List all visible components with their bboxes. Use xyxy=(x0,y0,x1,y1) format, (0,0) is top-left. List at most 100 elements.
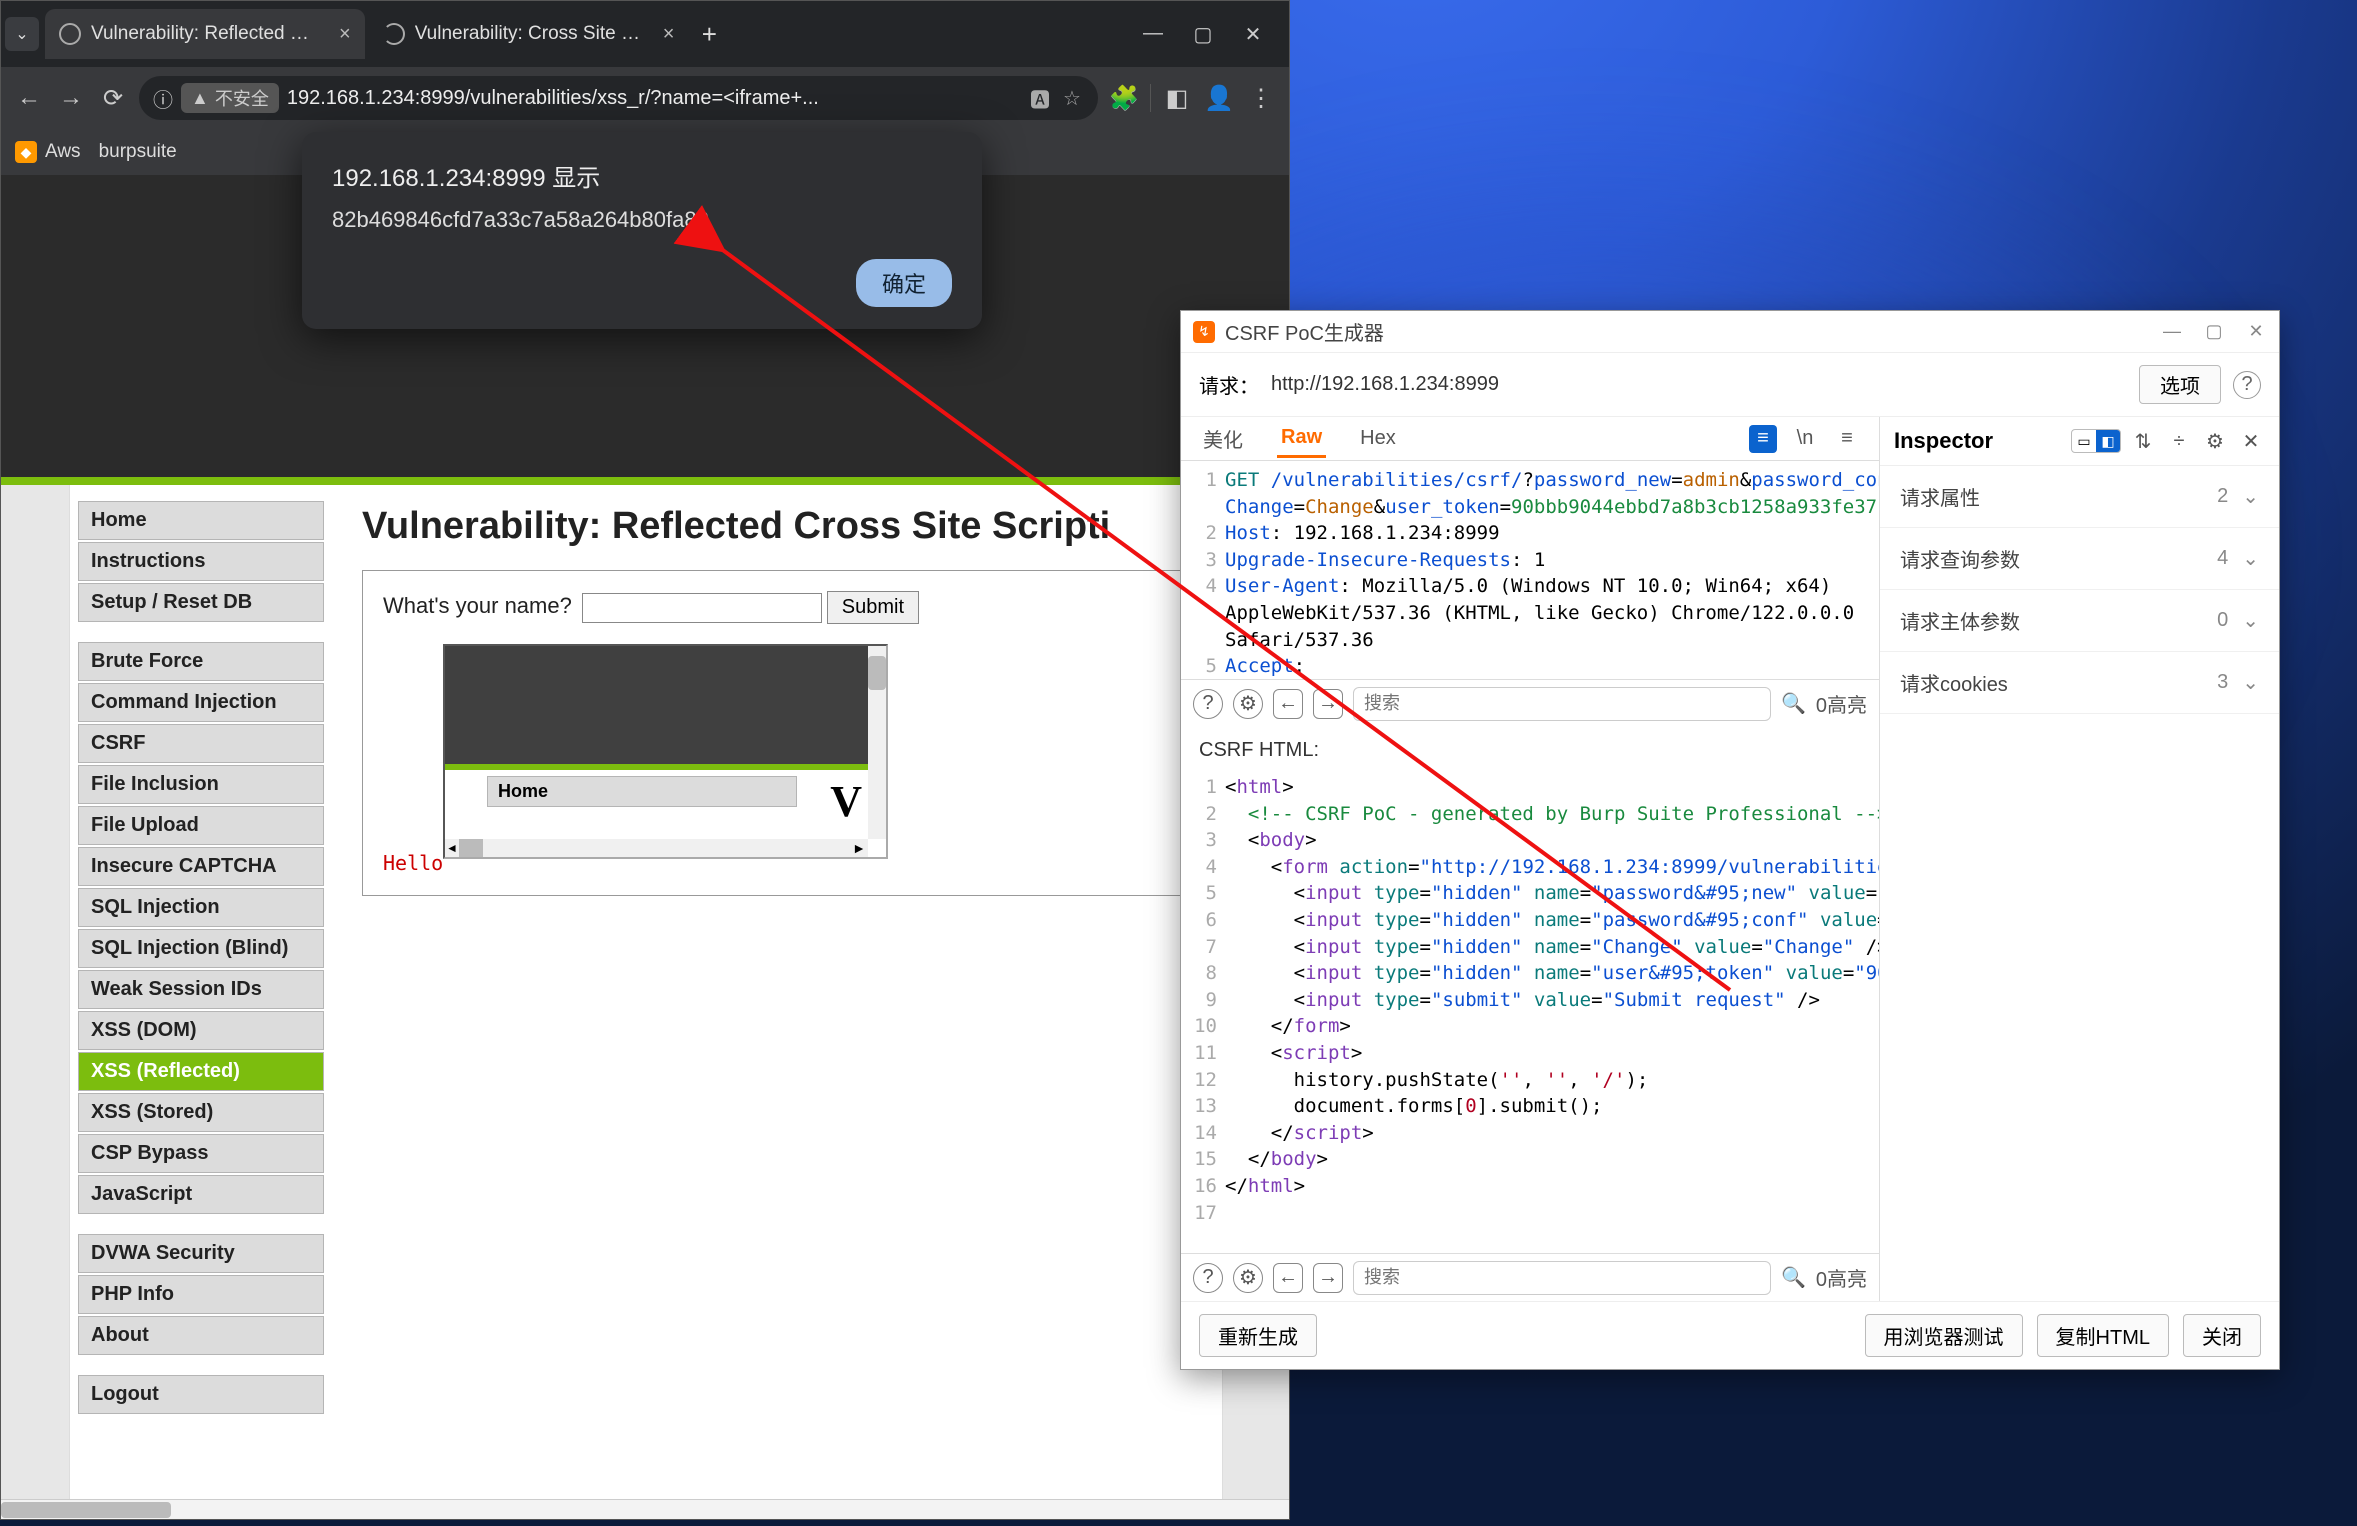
help-icon[interactable]: ? xyxy=(2233,371,2261,399)
menu-icon[interactable]: ⋮ xyxy=(1245,82,1277,114)
sidebar-item[interactable]: File Upload xyxy=(78,806,324,845)
sidebar-item[interactable]: Instructions xyxy=(78,542,324,581)
settings-icon[interactable]: ⚙ xyxy=(1233,1263,1263,1293)
tab-title: Vulnerability: Cross Site Requ xyxy=(415,23,645,45)
browser-tab-active[interactable]: Vulnerability: Reflected Cross × xyxy=(45,9,365,59)
scroll-right-icon[interactable]: ► xyxy=(850,839,868,857)
insecure-badge[interactable]: ▲ 不安全 xyxy=(181,83,279,113)
sidebar-item[interactable]: CSRF xyxy=(78,724,324,763)
reload-button[interactable]: ⟳ xyxy=(97,82,129,114)
sidebar-item[interactable]: XSS (Stored) xyxy=(78,1093,324,1132)
help-icon[interactable]: ? xyxy=(1193,689,1223,719)
forward-button[interactable]: → xyxy=(55,82,87,114)
bookmark-star-icon[interactable]: ☆ xyxy=(1060,86,1084,111)
maximize-icon[interactable]: ▢ xyxy=(1189,22,1217,47)
profile-icon[interactable]: 👤 xyxy=(1203,82,1235,114)
inspector-label: 请求主体参数 xyxy=(1900,606,2217,635)
page-title: Vulnerability: Reflected Cross Site Scri… xyxy=(362,505,1192,548)
prev-match-icon[interactable]: ← xyxy=(1273,1263,1303,1293)
sidebar-item[interactable]: Command Injection xyxy=(78,683,324,722)
iframe-heading-fragment: V xyxy=(830,776,862,827)
bookmark-aws[interactable]: ◆Aws xyxy=(15,141,81,163)
translate-icon[interactable]: 🅰 xyxy=(1028,84,1052,113)
extensions-icon[interactable]: 🧩 xyxy=(1108,82,1140,114)
sidebar-item[interactable]: XSS (Reflected) xyxy=(78,1052,324,1091)
close-inspector-icon[interactable]: ✕ xyxy=(2237,427,2265,455)
sidebar-item[interactable]: SQL Injection (Blind) xyxy=(78,929,324,968)
horizontal-scrollbar[interactable] xyxy=(445,839,868,857)
regenerate-button[interactable]: 重新生成 xyxy=(1199,1314,1317,1357)
maximize-icon[interactable]: ▢ xyxy=(2203,321,2225,342)
sidebar-item[interactable]: Setup / Reset DB xyxy=(78,583,324,622)
inspector-row[interactable]: 请求主体参数0⌄ xyxy=(1880,590,2279,652)
csrf-html-editor[interactable]: 1<html> 2 <!-- CSRF PoC - generated by B… xyxy=(1181,768,1879,1253)
sidebar-item[interactable]: PHP Info xyxy=(78,1275,324,1314)
sidebar-item[interactable]: SQL Injection xyxy=(78,888,324,927)
sidebar-item[interactable]: XSS (DOM) xyxy=(78,1011,324,1050)
search-input[interactable] xyxy=(1353,687,1771,721)
sidebar-item[interactable]: Logout xyxy=(78,1375,324,1414)
window-title: CSRF PoC生成器 xyxy=(1225,317,1384,346)
expand-icon[interactable]: ⇅ xyxy=(2129,427,2157,455)
injected-iframe[interactable]: Home V ◄ ► xyxy=(443,644,888,859)
vertical-scrollbar[interactable] xyxy=(868,646,886,839)
newline-icon[interactable]: \n xyxy=(1791,425,1819,453)
sidebar-item[interactable]: Brute Force xyxy=(78,642,324,681)
collapse-icon[interactable]: ÷ xyxy=(2165,427,2193,455)
sidebar-item[interactable]: Home xyxy=(78,501,324,540)
iframe-sidebar-item[interactable]: Home xyxy=(487,776,797,807)
minimize-icon[interactable]: — xyxy=(1139,22,1167,47)
inspector-row[interactable]: 请求cookies3⌄ xyxy=(1880,652,2279,714)
scroll-left-icon[interactable]: ◄ xyxy=(445,839,459,857)
browser-tab[interactable]: Vulnerability: Cross Site Requ × xyxy=(369,9,689,59)
search-input[interactable] xyxy=(1353,1261,1771,1295)
inspector-row[interactable]: 请求查询参数4⌄ xyxy=(1880,528,2279,590)
sidebar-item[interactable]: Insecure CAPTCHA xyxy=(78,847,324,886)
menu-icon[interactable]: ≡ xyxy=(1833,425,1861,453)
search-icon[interactable]: 🔍 xyxy=(1781,691,1806,716)
raw-request-editor[interactable]: 1GET /vulnerabilities/csrf/?password_new… xyxy=(1181,461,1879,679)
help-icon[interactable]: ? xyxy=(1193,1263,1223,1293)
next-match-icon[interactable]: → xyxy=(1313,1263,1343,1293)
address-bar[interactable]: ⓘ ▲ 不安全 192.168.1.234:8999/vulnerabiliti… xyxy=(139,76,1098,120)
tab-pretty[interactable]: 美化 xyxy=(1199,418,1247,459)
bookmark-label: burpsuite xyxy=(99,141,177,163)
layout-toggle[interactable]: ▭◧ xyxy=(2071,429,2121,453)
test-in-browser-button[interactable]: 用浏览器测试 xyxy=(1865,1314,2023,1357)
close-button[interactable]: 关闭 xyxy=(2183,1314,2261,1357)
settings-icon[interactable]: ⚙ xyxy=(1233,689,1263,719)
alert-ok-button[interactable]: 确定 xyxy=(856,259,952,307)
tab-search-dropdown[interactable]: ⌄ xyxy=(5,17,39,51)
close-icon[interactable]: ✕ xyxy=(2245,321,2267,342)
sidebar-item[interactable]: Weak Session IDs xyxy=(78,970,324,1009)
site-info-icon[interactable]: ⓘ xyxy=(153,84,173,113)
gear-icon[interactable]: ⚙ xyxy=(2201,427,2229,455)
back-button[interactable]: ← xyxy=(13,82,45,114)
page-horizontal-scrollbar[interactable] xyxy=(1,1499,1289,1519)
close-tab-icon[interactable]: × xyxy=(339,23,351,46)
sidebar-item[interactable]: JavaScript xyxy=(78,1175,324,1214)
inspector-row[interactable]: 请求属性2⌄ xyxy=(1880,466,2279,528)
submit-button[interactable]: Submit xyxy=(827,591,919,624)
new-tab-button[interactable]: + xyxy=(692,17,726,51)
name-input[interactable] xyxy=(582,593,822,623)
sidebar-item[interactable]: DVWA Security xyxy=(78,1234,324,1273)
tab-title: Vulnerability: Reflected Cross xyxy=(91,23,321,45)
sidebar-item[interactable]: File Inclusion xyxy=(78,765,324,804)
options-button[interactable]: 选项 xyxy=(2139,365,2221,404)
minimize-icon[interactable]: — xyxy=(2161,321,2183,342)
bookmark-burpsuite[interactable]: ↯burpsuite xyxy=(99,141,177,163)
tab-hex[interactable]: Hex xyxy=(1356,421,1400,456)
prev-match-icon[interactable]: ← xyxy=(1273,689,1303,719)
copy-html-button[interactable]: 复制HTML xyxy=(2037,1314,2169,1357)
close-window-icon[interactable]: ✕ xyxy=(1239,22,1267,47)
sidebar-item[interactable]: About xyxy=(78,1316,324,1355)
close-tab-icon[interactable]: × xyxy=(663,23,675,46)
actions-icon[interactable]: ≡ xyxy=(1749,425,1777,453)
search-icon[interactable]: 🔍 xyxy=(1781,1265,1806,1290)
sidepanel-icon[interactable]: ◧ xyxy=(1161,82,1193,114)
next-match-icon[interactable]: → xyxy=(1313,689,1343,719)
sidebar-item[interactable]: CSP Bypass xyxy=(78,1134,324,1173)
tab-raw[interactable]: Raw xyxy=(1277,420,1326,458)
alert-message: 82b469846cfd7a33c7a58a264b80fa80 xyxy=(332,207,952,233)
